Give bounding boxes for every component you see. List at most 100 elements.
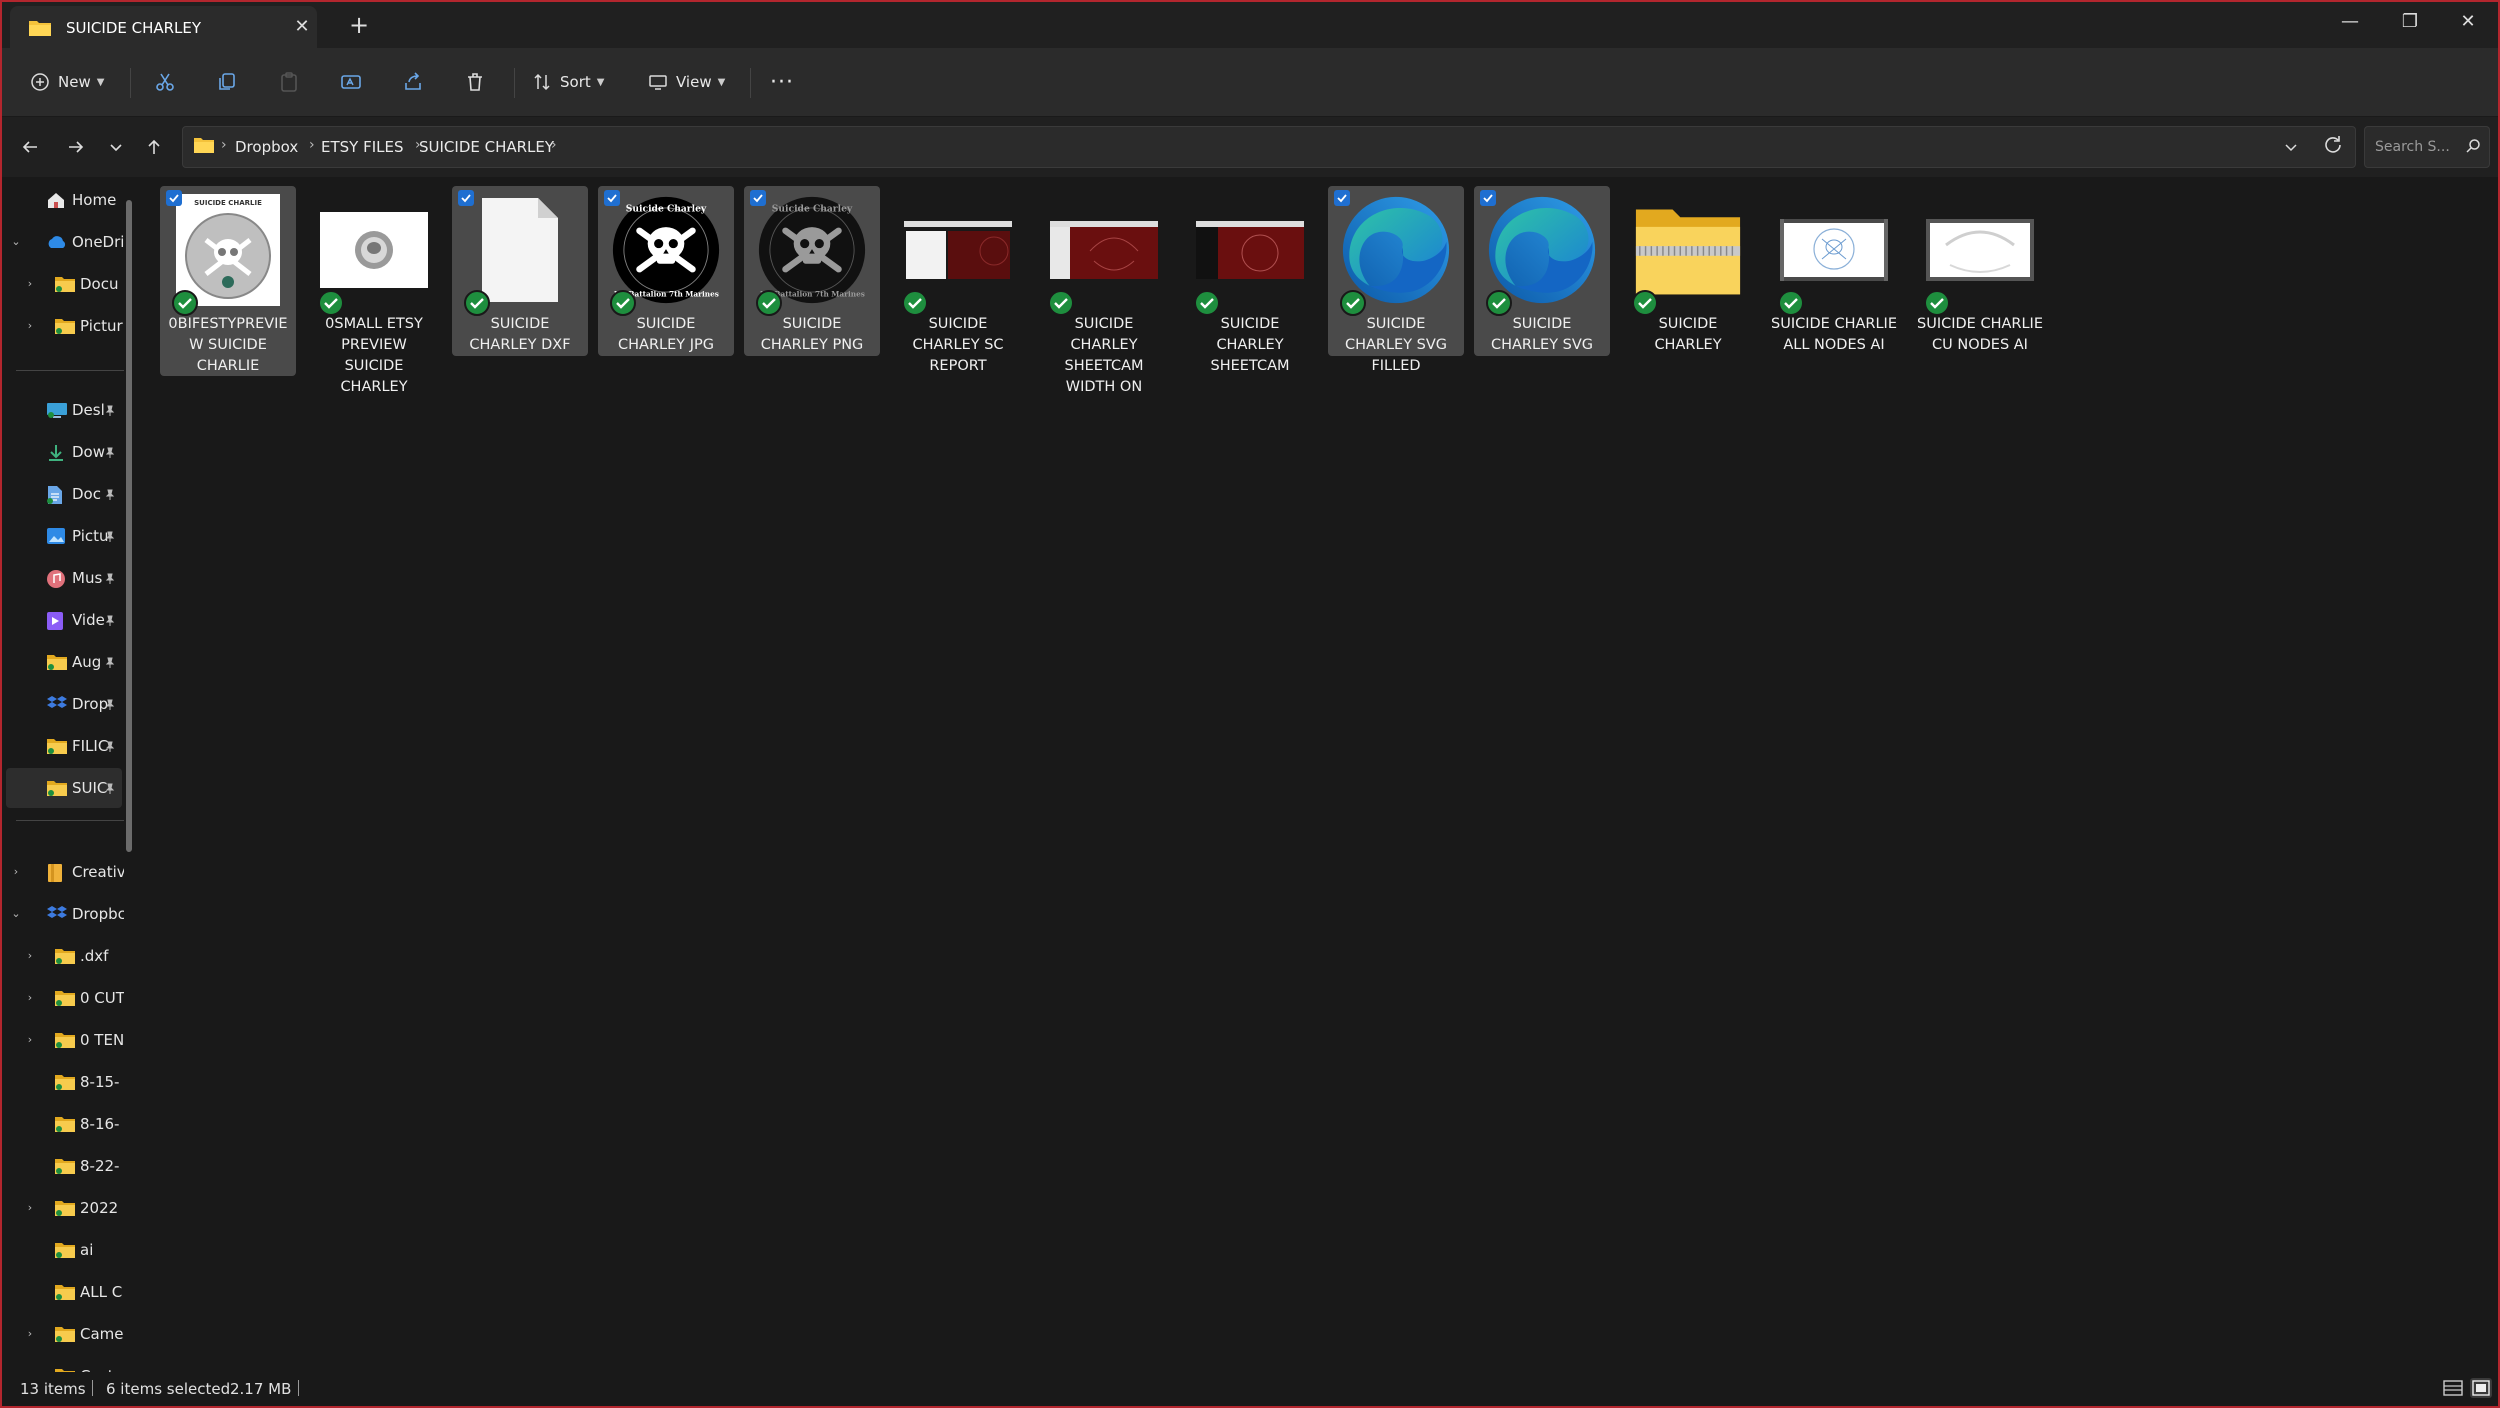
sidebar-item[interactable]: Vide bbox=[2, 600, 124, 640]
file-item[interactable]: Suicide Charley 1st Battalion 7th Marines… bbox=[744, 186, 880, 356]
new-button[interactable]: New ▼ bbox=[30, 62, 104, 102]
sidebar-item[interactable]: › .dxf bbox=[2, 936, 124, 976]
chevron-down-icon[interactable] bbox=[2283, 139, 2299, 159]
refresh-icon[interactable] bbox=[2322, 134, 2344, 160]
share-button[interactable] bbox=[402, 62, 424, 102]
sidebar-item[interactable]: ⌄ Dropbc bbox=[2, 894, 124, 934]
sidebar-item[interactable]: 8-22- bbox=[2, 1146, 124, 1186]
file-item[interactable]: SUICIDE CHARLEY SHEETCAM bbox=[1182, 186, 1318, 374]
up-button[interactable] bbox=[138, 131, 170, 163]
file-item[interactable]: SUICIDE CHARLEY bbox=[1620, 186, 1756, 356]
paste-button[interactable] bbox=[278, 62, 300, 102]
cut-button[interactable] bbox=[154, 62, 176, 102]
tab-close-icon[interactable]: ✕ bbox=[288, 13, 316, 41]
sidebar-item[interactable]: Desl bbox=[2, 390, 124, 430]
file-item[interactable]: SUICIDE CHARLEY SC REPORT bbox=[890, 186, 1026, 374]
chevron-down-icon[interactable]: ⌄ bbox=[6, 907, 26, 920]
breadcrumb-dropbox[interactable]: Dropbox bbox=[235, 138, 298, 156]
more-options-button[interactable]: ··· bbox=[770, 62, 794, 102]
sidebar-item[interactable]: Aug bbox=[2, 642, 124, 682]
sidebar-item[interactable]: › Creativ bbox=[2, 852, 124, 892]
sidebar-item[interactable]: › Pictur bbox=[2, 306, 124, 346]
sidebar-item[interactable]: › Came bbox=[2, 1314, 124, 1354]
sidebar-item-label: ai bbox=[80, 1241, 94, 1259]
sidebar-item[interactable]: Dow bbox=[2, 432, 124, 472]
file-item[interactable]: SUICIDE CHARLEY SVG FILLED bbox=[1328, 186, 1464, 374]
file-name: SUICIDE CHARLEY JPG bbox=[618, 316, 714, 353]
arrow-right-icon bbox=[69, 141, 84, 153]
restore-button[interactable]: ❐ bbox=[2380, 2, 2440, 42]
file-name: 0SMALL ETSY PREVIEW SUICIDE CHARLEY bbox=[325, 316, 423, 395]
chevron-down-icon[interactable]: ⌄ bbox=[6, 235, 26, 248]
minimize-button[interactable]: — bbox=[2320, 2, 2380, 42]
view-button[interactable]: View ▼ bbox=[648, 62, 725, 102]
checkbox-checked-icon[interactable] bbox=[750, 190, 766, 206]
sync-status-icon bbox=[1486, 290, 1512, 316]
sidebar-item[interactable]: Doc bbox=[2, 474, 124, 514]
checkbox-checked-icon[interactable] bbox=[1480, 190, 1496, 206]
file-name: SUICIDE CHARLEY PNG bbox=[760, 316, 864, 353]
home-icon bbox=[46, 191, 66, 213]
chevron-right-icon[interactable]: › bbox=[20, 277, 40, 290]
file-item[interactable]: SUICIDE CHARLIE 0BIFESTYPREVIEW SUICIDE C… bbox=[160, 186, 296, 376]
sidebar-item[interactable]: › 0 CUT bbox=[2, 978, 124, 1018]
file-thumbnail bbox=[1488, 196, 1596, 304]
sidebar-item[interactable]: FILIC bbox=[2, 726, 124, 766]
recent-locations-button[interactable] bbox=[100, 131, 132, 163]
chevron-right-icon[interactable]: › bbox=[20, 1201, 40, 1214]
sidebar-item[interactable]: › Docu bbox=[2, 264, 124, 304]
sidebar-item[interactable]: SUIC bbox=[6, 768, 122, 808]
checkbox-checked-icon[interactable] bbox=[166, 190, 182, 206]
file-item[interactable]: SUICIDE CHARLEY SVG bbox=[1474, 186, 1610, 356]
file-item[interactable]: SUICIDE CHARLEY DXF bbox=[452, 186, 588, 356]
file-item[interactable]: SUICIDE CHARLIE CU NODES AI bbox=[1912, 186, 2048, 356]
sidebar-item[interactable]: Home bbox=[2, 180, 124, 220]
chevron-right-icon[interactable]: › bbox=[6, 865, 26, 878]
folder-icon bbox=[193, 136, 215, 158]
sidebar-item[interactable]: Drop bbox=[2, 684, 124, 724]
chevron-right-icon[interactable]: › bbox=[20, 991, 40, 1004]
search-input[interactable]: Search S... bbox=[2364, 126, 2490, 168]
sidebar-item-label: Desl bbox=[72, 401, 105, 419]
tab-suicide-charley[interactable]: SUICIDE CHARLEY ✕ bbox=[10, 6, 317, 48]
rename-button[interactable] bbox=[340, 62, 362, 102]
file-item[interactable]: SUICIDE CHARLEY SHEETCAM WIDTH ON bbox=[1036, 186, 1172, 395]
chevron-right-icon[interactable]: › bbox=[20, 1033, 40, 1046]
delete-button[interactable] bbox=[464, 62, 486, 102]
file-item[interactable]: SUICIDE CHARLIE ALL NODES AI bbox=[1766, 186, 1902, 356]
address-bar[interactable]: › Dropbox › ETSY FILES › SUICIDE CHARLEY… bbox=[182, 126, 2356, 168]
breadcrumb-suicide-charley[interactable]: SUICIDE CHARLEY bbox=[419, 138, 554, 156]
checkbox-checked-icon[interactable] bbox=[458, 190, 474, 206]
sidebar-item[interactable]: Pictu bbox=[2, 516, 124, 556]
new-tab-button[interactable]: + bbox=[342, 10, 376, 40]
back-button[interactable] bbox=[14, 131, 46, 163]
copy-button[interactable] bbox=[216, 62, 238, 102]
breadcrumb-etsy-files[interactable]: ETSY FILES bbox=[321, 138, 404, 156]
details-view-button[interactable] bbox=[2442, 1378, 2464, 1398]
chevron-right-icon[interactable]: › bbox=[20, 949, 40, 962]
sidebar-item[interactable]: Mus bbox=[2, 558, 124, 598]
large-icons-view-button[interactable] bbox=[2470, 1378, 2492, 1398]
file-item[interactable]: 0SMALL ETSY PREVIEW SUICIDE CHARLEY bbox=[306, 186, 442, 395]
sidebar-item[interactable]: › 0 TEN bbox=[2, 1020, 124, 1060]
forward-button[interactable] bbox=[60, 131, 92, 163]
sort-button[interactable]: Sort ▼ bbox=[532, 62, 604, 102]
checkbox-checked-icon[interactable] bbox=[1334, 190, 1350, 206]
chevron-right-icon[interactable]: › bbox=[20, 1327, 40, 1340]
checkbox-checked-icon[interactable] bbox=[604, 190, 620, 206]
clipboard-icon bbox=[281, 72, 297, 92]
sidebar-item[interactable]: ⌄ OneDri bbox=[2, 222, 124, 262]
sidebar-item[interactable]: 8-15- bbox=[2, 1062, 124, 1102]
pin-icon bbox=[104, 655, 116, 673]
sidebar-item-label: Came bbox=[80, 1325, 124, 1343]
sidebar-item[interactable]: 8-16- bbox=[2, 1104, 124, 1144]
sidebar-item[interactable]: ai bbox=[2, 1230, 124, 1270]
sidebar-item[interactable]: › 2022 bbox=[2, 1188, 124, 1228]
file-item[interactable]: Suicide Charley 1st Battalion 7th Marines… bbox=[598, 186, 734, 356]
sidebar-scrollbar[interactable] bbox=[126, 200, 132, 852]
folder-icon bbox=[54, 947, 76, 969]
file-name: SUICIDE CHARLEY SC REPORT bbox=[912, 316, 1004, 374]
close-button[interactable]: ✕ bbox=[2438, 2, 2498, 42]
chevron-right-icon[interactable]: › bbox=[20, 319, 40, 332]
sidebar-item[interactable]: ALL C bbox=[2, 1272, 124, 1312]
